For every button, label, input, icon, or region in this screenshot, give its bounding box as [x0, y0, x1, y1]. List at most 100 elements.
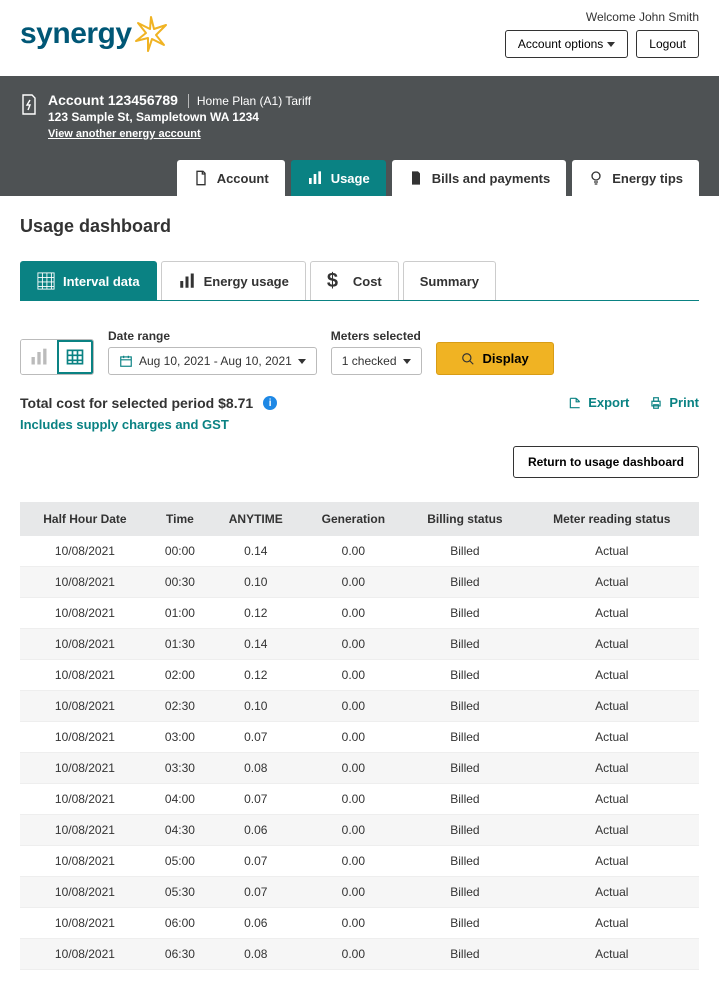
- nav-tab-label: Bills and payments: [432, 171, 550, 186]
- table-row: 10/08/202101:300.140.00BilledActual: [20, 629, 699, 660]
- table-cell: 0.12: [210, 598, 302, 629]
- logo[interactable]: synergy: [20, 17, 168, 51]
- table-row: 10/08/202105:000.070.00BilledActual: [20, 846, 699, 877]
- table-header: ANYTIME: [210, 502, 302, 536]
- info-icon[interactable]: i: [263, 396, 277, 410]
- account-address: 123 Sample St, Sampletown WA 1234: [48, 110, 699, 124]
- table-cell: Actual: [525, 536, 699, 567]
- dollar-icon: $: [327, 272, 345, 290]
- display-button[interactable]: Display: [436, 342, 554, 375]
- table-cell: 0.00: [302, 536, 406, 567]
- nav-tab-label: Account: [217, 171, 269, 186]
- table-cell: 0.07: [210, 722, 302, 753]
- table-cell: Billed: [405, 722, 524, 753]
- account-title: Account 123456789 Home Plan (A1) Tariff: [48, 92, 699, 108]
- table-cell: 01:00: [150, 598, 210, 629]
- table-cell: 10/08/2021: [20, 536, 150, 567]
- chevron-down-icon: [403, 359, 411, 364]
- table-cell: 05:00: [150, 846, 210, 877]
- export-button[interactable]: Export: [568, 395, 629, 410]
- bar-chart-icon: [29, 347, 49, 367]
- table-cell: Actual: [525, 939, 699, 970]
- total-cost-label: Total cost for selected period: [20, 395, 214, 411]
- table-cell: 10/08/2021: [20, 939, 150, 970]
- supply-charges-link[interactable]: Includes supply charges and GST: [20, 417, 277, 432]
- chevron-down-icon: [607, 42, 615, 47]
- sub-tab-label: Interval data: [63, 274, 140, 289]
- welcome-text: Welcome John Smith: [586, 10, 699, 24]
- search-icon: [461, 352, 475, 366]
- table-cell: Billed: [405, 939, 524, 970]
- table-cell: 0.00: [302, 629, 406, 660]
- table-cell: 03:00: [150, 722, 210, 753]
- nav-tab-label: Usage: [331, 171, 370, 186]
- account-label: Account: [48, 92, 104, 108]
- table-cell: 0.10: [210, 691, 302, 722]
- table-header: Billing status: [405, 502, 524, 536]
- table-cell: 0.07: [210, 784, 302, 815]
- table-cell: Billed: [405, 629, 524, 660]
- table-cell: 01:30: [150, 629, 210, 660]
- table-cell: 0.00: [302, 784, 406, 815]
- view-another-account-link[interactable]: View another energy account: [48, 128, 201, 140]
- table-cell: Actual: [525, 660, 699, 691]
- view-toggle: [20, 339, 94, 375]
- table-cell: Actual: [525, 753, 699, 784]
- document-lightning-icon: [20, 94, 38, 121]
- logo-mark-icon: [134, 17, 168, 51]
- table-cell: 0.08: [210, 753, 302, 784]
- logo-text: synergy: [20, 17, 132, 51]
- table-cell: 0.00: [302, 908, 406, 939]
- sub-tab-interval[interactable]: Interval data: [20, 261, 157, 300]
- table-cell: Actual: [525, 598, 699, 629]
- table-cell: 10/08/2021: [20, 908, 150, 939]
- table-cell: 0.06: [210, 908, 302, 939]
- view-chart-button[interactable]: [21, 340, 57, 374]
- print-button[interactable]: Print: [649, 395, 699, 410]
- table-cell: Actual: [525, 846, 699, 877]
- table-row: 10/08/202104:000.070.00BilledActual: [20, 784, 699, 815]
- table-cell: Billed: [405, 846, 524, 877]
- account-options-button[interactable]: Account options: [505, 30, 628, 58]
- meters-value: 1 checked: [342, 354, 397, 368]
- sub-tab-cost[interactable]: $ Cost: [310, 261, 399, 300]
- table-cell: Billed: [405, 567, 524, 598]
- account-number: 123456789: [108, 92, 178, 108]
- nav-tab-account[interactable]: Account: [177, 160, 285, 196]
- return-dashboard-button[interactable]: Return to usage dashboard: [513, 446, 699, 478]
- nav-tab-tips[interactable]: Energy tips: [572, 160, 699, 196]
- sub-tab-summary[interactable]: Summary: [403, 261, 496, 300]
- table-cell: 0.08: [210, 939, 302, 970]
- table-cell: 0.10: [210, 567, 302, 598]
- table-cell: 0.00: [302, 846, 406, 877]
- table-cell: 06:00: [150, 908, 210, 939]
- table-cell: Billed: [405, 536, 524, 567]
- table-row: 10/08/202103:300.080.00BilledActual: [20, 753, 699, 784]
- table-cell: 10/08/2021: [20, 629, 150, 660]
- date-range-dropdown[interactable]: Aug 10, 2021 - Aug 10, 2021: [108, 347, 317, 375]
- nav-tab-label: Energy tips: [612, 171, 683, 186]
- table-cell: 00:00: [150, 536, 210, 567]
- table-cell: Actual: [525, 567, 699, 598]
- sub-tab-label: Energy usage: [204, 274, 289, 289]
- account-plan: Home Plan (A1) Tariff: [188, 94, 311, 108]
- total-cost: Total cost for selected period $8.71 i: [20, 395, 277, 411]
- lightbulb-icon: [588, 170, 604, 186]
- table-cell: 10/08/2021: [20, 722, 150, 753]
- table-header: Time: [150, 502, 210, 536]
- sub-tab-energy[interactable]: Energy usage: [161, 261, 306, 300]
- document-icon: [193, 170, 209, 186]
- logout-button[interactable]: Logout: [636, 30, 699, 58]
- nav-tab-usage[interactable]: Usage: [291, 160, 386, 196]
- table-cell: 0.00: [302, 691, 406, 722]
- account-options-label: Account options: [518, 37, 603, 51]
- table-cell: 10/08/2021: [20, 753, 150, 784]
- meters-dropdown[interactable]: 1 checked: [331, 347, 422, 375]
- table-cell: 0.00: [302, 567, 406, 598]
- view-table-button[interactable]: [57, 340, 93, 374]
- table-cell: 0.00: [302, 939, 406, 970]
- nav-tab-bills[interactable]: Bills and payments: [392, 160, 566, 196]
- table-cell: 10/08/2021: [20, 660, 150, 691]
- table-cell: Actual: [525, 815, 699, 846]
- grid-icon: [37, 272, 55, 290]
